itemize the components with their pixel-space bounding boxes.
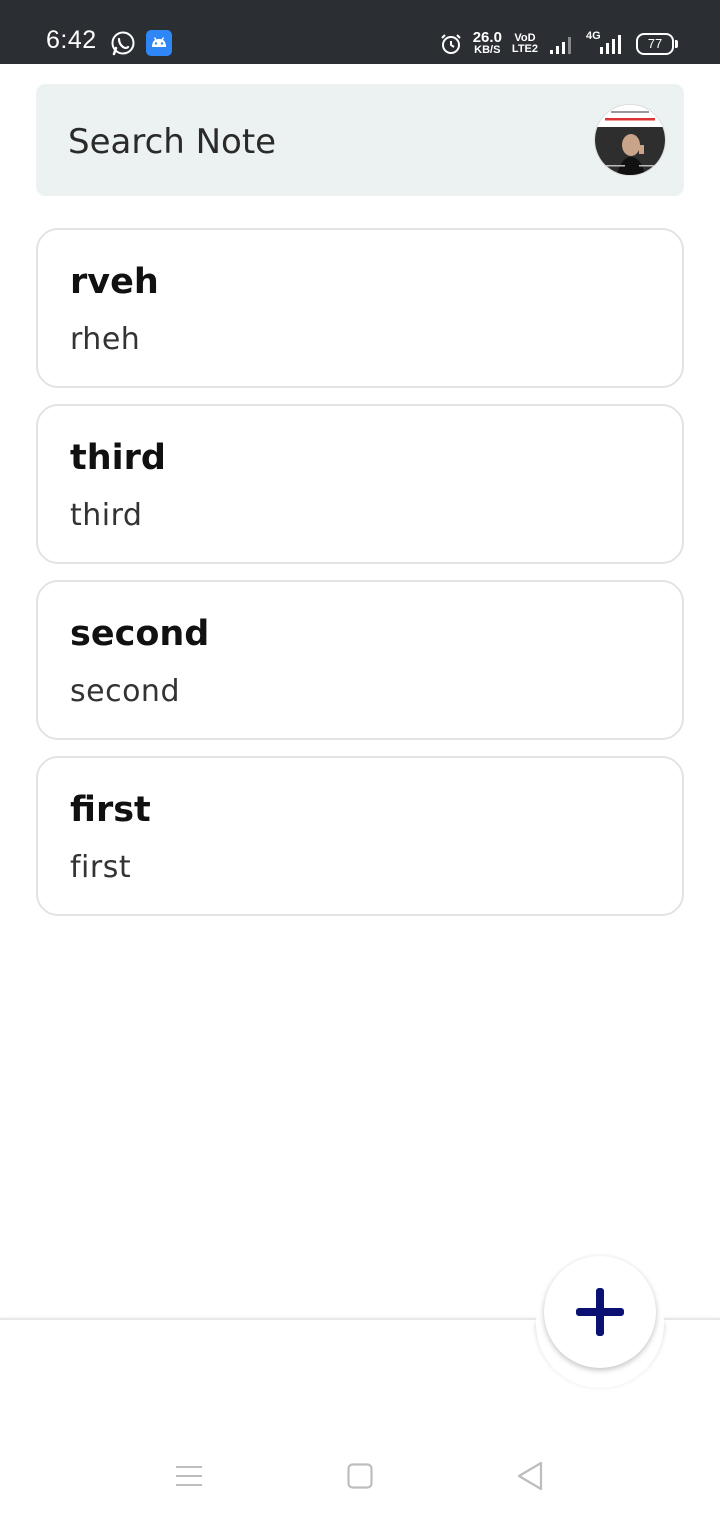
home-icon[interactable] — [347, 1463, 373, 1489]
note-title: third — [70, 438, 166, 478]
status-time: 6:42 — [46, 26, 97, 54]
back-icon[interactable] — [516, 1461, 544, 1491]
note-card[interactable]: rveh rheh — [36, 228, 684, 388]
volte-bottom: LTE2 — [511, 43, 538, 55]
status-bar: 6:42 26.0 KB/S VoD LTE2 4G 77 — [0, 0, 720, 64]
note-title: second — [70, 614, 210, 654]
notes-list: rveh rheh third third second second firs… — [36, 228, 684, 932]
alarm-icon — [441, 34, 461, 54]
volte-indicator: VoD LTE2 — [512, 33, 538, 55]
signal-icon — [550, 37, 571, 54]
note-title: first — [70, 790, 151, 830]
note-body: second — [70, 674, 180, 709]
note-body: third — [70, 498, 143, 533]
note-card[interactable]: first first — [36, 756, 684, 916]
note-title: rveh — [70, 262, 159, 302]
note-card[interactable]: third third — [36, 404, 684, 564]
add-note-button[interactable] — [544, 1256, 656, 1368]
net-speed-unit: KB/S — [474, 44, 501, 56]
whatsapp-icon — [111, 31, 135, 56]
net-speed-value: 26.0 — [472, 29, 502, 46]
note-body: rheh — [70, 322, 141, 357]
net-speed: 26.0 KB/S — [472, 29, 502, 56]
4g-signal-icon: 4G — [586, 30, 626, 56]
plus-icon — [576, 1288, 624, 1336]
profile-avatar[interactable] — [594, 104, 666, 176]
note-card[interactable]: second second — [36, 580, 684, 740]
android-icon — [146, 30, 172, 56]
status-icons: 26.0 KB/S VoD LTE2 4G 77 — [439, 29, 678, 58]
menu-icon[interactable] — [176, 1464, 202, 1488]
battery-icon: 77 — [636, 33, 678, 55]
note-body: first — [70, 850, 132, 885]
search-bar[interactable]: Search Note — [36, 84, 684, 196]
search-note-label: Search Note — [68, 122, 277, 162]
